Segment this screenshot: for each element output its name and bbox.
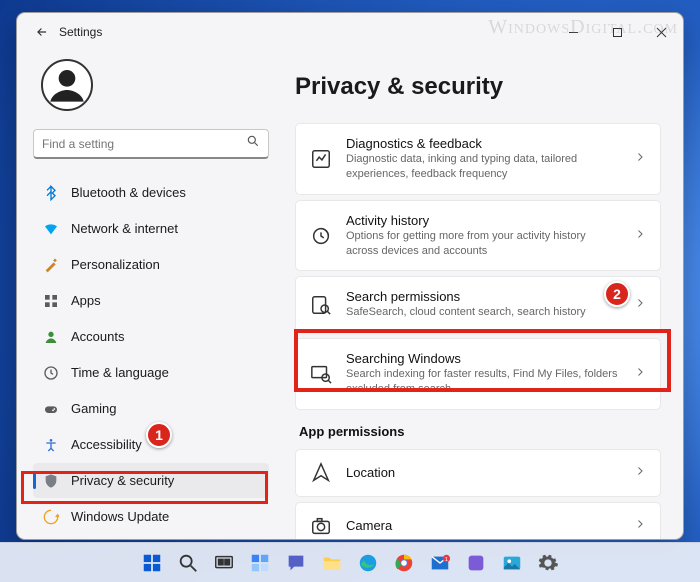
searchwin-icon bbox=[310, 363, 332, 385]
chevron-right-icon bbox=[634, 296, 646, 314]
settings-icon[interactable] bbox=[533, 548, 563, 578]
clock-icon bbox=[43, 365, 59, 381]
card-camera[interactable]: Camera bbox=[295, 502, 661, 539]
chrome-icon[interactable] bbox=[389, 548, 419, 578]
searchperm-icon bbox=[310, 294, 332, 316]
taskbar: 1 bbox=[0, 542, 700, 582]
sidebar-item-label: Apps bbox=[71, 293, 101, 308]
chevron-right-icon bbox=[634, 517, 646, 535]
sidebar-item-label: Bluetooth & devices bbox=[71, 185, 186, 200]
access-icon bbox=[43, 437, 59, 453]
titlebar: Settings bbox=[17, 13, 683, 51]
app-icon-generic[interactable] bbox=[461, 548, 491, 578]
bluetooth-icon bbox=[43, 185, 59, 201]
sidebar-item-bluetooth-devices[interactable]: Bluetooth & devices bbox=[33, 175, 269, 210]
photos-icon[interactable] bbox=[497, 548, 527, 578]
back-button[interactable] bbox=[27, 17, 57, 47]
window-title: Settings bbox=[59, 25, 102, 39]
location-icon bbox=[310, 462, 332, 484]
task-view-icon[interactable] bbox=[209, 548, 239, 578]
sidebar-item-label: Windows Update bbox=[71, 509, 169, 524]
taskbar-search-icon[interactable] bbox=[173, 548, 203, 578]
card-searching-windows[interactable]: Searching WindowsSearch indexing for fas… bbox=[295, 338, 661, 410]
search-icon bbox=[246, 134, 260, 153]
card-title: Camera bbox=[346, 518, 620, 533]
diag-icon bbox=[310, 148, 332, 170]
sidebar-item-label: Gaming bbox=[71, 401, 117, 416]
update-icon bbox=[43, 509, 59, 525]
search-input-container[interactable] bbox=[33, 129, 269, 159]
chevron-right-icon bbox=[634, 150, 646, 168]
card-subtitle: SafeSearch, cloud content search, search… bbox=[346, 305, 620, 320]
mail-icon[interactable]: 1 bbox=[425, 548, 455, 578]
sidebar-item-windows-update[interactable]: Windows Update bbox=[33, 499, 269, 533]
card-title: Diagnostics & feedback bbox=[346, 136, 620, 151]
card-title: Activity history bbox=[346, 213, 620, 228]
close-button[interactable] bbox=[639, 13, 683, 51]
sidebar-item-label: Privacy & security bbox=[71, 473, 174, 488]
card-subtitle: Options for getting more from your activ… bbox=[346, 229, 620, 259]
sidebar-item-gaming[interactable]: Gaming bbox=[33, 391, 269, 426]
sidebar-item-label: Accounts bbox=[71, 329, 124, 344]
card-activity-history[interactable]: Activity historyOptions for getting more… bbox=[295, 200, 661, 272]
chevron-right-icon bbox=[634, 227, 646, 245]
sidebar-item-apps[interactable]: Apps bbox=[33, 283, 269, 318]
sidebar-item-label: Accessibility bbox=[71, 437, 142, 452]
settings-window: Settings Bluetooth & devices Network & in… bbox=[16, 12, 684, 540]
shield-icon bbox=[43, 473, 59, 489]
chevron-right-icon bbox=[634, 365, 646, 383]
sidebar-item-network-internet[interactable]: Network & internet bbox=[33, 211, 269, 246]
chat-icon[interactable] bbox=[281, 548, 311, 578]
sidebar-item-privacy-security[interactable]: Privacy & security bbox=[33, 463, 269, 498]
annotation-badge-1: 1 bbox=[146, 422, 172, 448]
page-heading: Privacy & security bbox=[295, 73, 661, 101]
sidebar-item-label: Personalization bbox=[71, 257, 160, 272]
activity-icon bbox=[310, 225, 332, 247]
person-icon bbox=[43, 329, 59, 345]
game-icon bbox=[43, 401, 59, 417]
user-avatar[interactable] bbox=[41, 59, 93, 111]
minimize-button[interactable] bbox=[551, 13, 595, 51]
card-title: Location bbox=[346, 465, 620, 480]
sidebar-item-label: Time & language bbox=[71, 365, 169, 380]
annotation-badge-2: 2 bbox=[604, 281, 630, 307]
card-title: Searching Windows bbox=[346, 351, 620, 366]
explorer-icon[interactable] bbox=[317, 548, 347, 578]
card-subtitle: Diagnostic data, inking and typing data,… bbox=[346, 152, 620, 182]
edge-icon[interactable] bbox=[353, 548, 383, 578]
section-app-permissions: App permissions bbox=[299, 424, 661, 439]
card-location[interactable]: Location bbox=[295, 449, 661, 497]
sidebar-item-personalization[interactable]: Personalization bbox=[33, 247, 269, 282]
card-diagnostics-feedback[interactable]: Diagnostics & feedbackDiagnostic data, i… bbox=[295, 123, 661, 195]
camera-icon bbox=[310, 515, 332, 537]
sidebar-item-time-language[interactable]: Time & language bbox=[33, 355, 269, 390]
brush-icon bbox=[43, 257, 59, 273]
maximize-button[interactable] bbox=[595, 13, 639, 51]
wifi-icon bbox=[43, 221, 59, 237]
search-input[interactable] bbox=[42, 137, 246, 151]
card-title: Search permissions bbox=[346, 289, 620, 304]
sidebar-item-accounts[interactable]: Accounts bbox=[33, 319, 269, 354]
sidebar: Bluetooth & devices Network & internet Per… bbox=[17, 51, 279, 539]
sidebar-item-label: Network & internet bbox=[71, 221, 178, 236]
widgets-icon[interactable] bbox=[245, 548, 275, 578]
nav-list: Bluetooth & devices Network & internet Per… bbox=[33, 175, 269, 533]
start-button[interactable] bbox=[137, 548, 167, 578]
apps-icon bbox=[43, 293, 59, 309]
chevron-right-icon bbox=[634, 464, 646, 482]
card-subtitle: Search indexing for faster results, Find… bbox=[346, 367, 620, 397]
svg-text:1: 1 bbox=[445, 557, 448, 563]
